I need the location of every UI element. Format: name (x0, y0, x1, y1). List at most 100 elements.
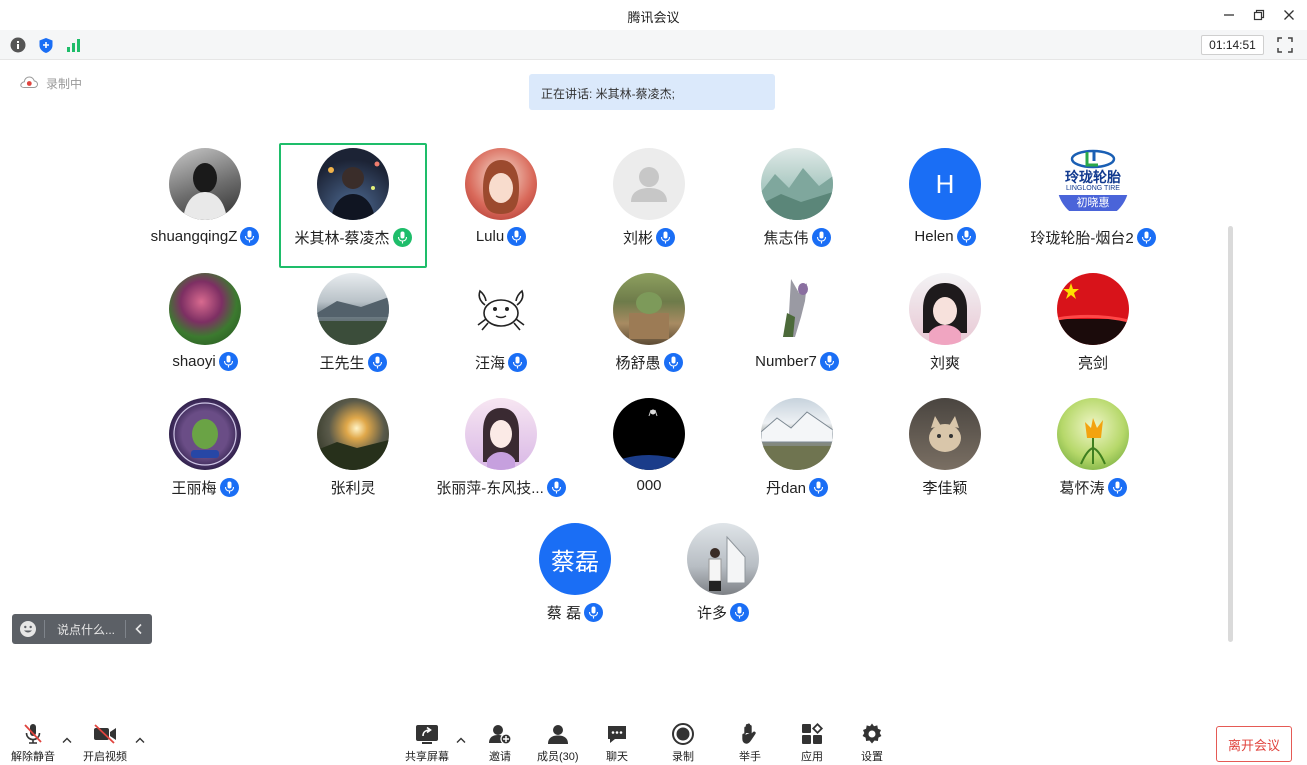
participant-tile[interactable]: 张利灵 (279, 393, 427, 518)
participant-avatar (465, 148, 537, 220)
participant-name: 刘爽 (929, 355, 960, 372)
participant-avatar (613, 148, 685, 220)
participant-avatar (761, 273, 833, 345)
invite-label: 邀请 (489, 751, 511, 763)
camera-off-icon (94, 724, 116, 744)
participant-tile[interactable]: 张丽萍-东风技... (427, 393, 575, 518)
restore-icon[interactable] (1248, 5, 1270, 25)
logo-subtext: LINGLONG TIRE (1066, 185, 1120, 192)
participant-name: Helen (914, 228, 954, 245)
participant-avatar-initial: 蔡磊 (539, 523, 611, 595)
participant-name: 刘彬 (622, 230, 653, 247)
video-options-chevron-icon[interactable] (135, 736, 145, 747)
fullscreen-icon[interactable] (1276, 36, 1294, 54)
start-video-button[interactable]: 开启视频 (83, 722, 127, 764)
participant-avatar (687, 523, 759, 595)
participant-tile[interactable]: 许多 (649, 518, 797, 643)
participant-tile[interactable]: 000 (575, 393, 723, 518)
settings-button[interactable]: 设置 (860, 722, 884, 764)
participant-tile[interactable]: 蔡磊 蔡 磊 (501, 518, 649, 643)
participant-tile[interactable]: shuangqingZ (131, 143, 279, 268)
apps-grid-icon (802, 722, 824, 744)
participant-tile[interactable]: 亮剑 (1019, 268, 1167, 393)
logo-tag: 初晓惠 (1057, 195, 1129, 211)
share-screen-icon (416, 725, 438, 744)
gear-icon (862, 723, 882, 744)
chat-placeholder[interactable]: 说点什么... (45, 621, 125, 638)
participant-name: 焦志伟 (763, 230, 809, 247)
emoji-icon[interactable] (12, 620, 44, 638)
participant-tile[interactable]: 玲珑轮胎 LINGLONG TIRE 初晓惠 玲珑轮胎-烟台2 (1019, 143, 1167, 268)
participant-avatar (1057, 273, 1129, 345)
participant-tile[interactable]: 王丽梅 (131, 393, 279, 518)
window-title: 腾讯会议 (627, 10, 680, 25)
security-shield-icon[interactable] (37, 36, 55, 54)
microphone-icon (584, 603, 604, 622)
meeting-timer: 01:14:51 (1201, 35, 1264, 55)
record-label: 录制 (672, 751, 694, 763)
record-button[interactable]: 录制 (671, 722, 695, 764)
participant-tile[interactable]: 葛怀涛 (1019, 393, 1167, 518)
chat-label: 聊天 (606, 751, 628, 763)
chat-button[interactable]: 聊天 (605, 722, 629, 764)
participant-tile[interactable]: 王先生 (279, 268, 427, 393)
logo-text: 玲珑轮胎 (1065, 169, 1121, 185)
participant-name: shaoyi (172, 353, 216, 370)
invite-button[interactable]: 邀请 (488, 722, 512, 764)
microphone-icon (240, 227, 260, 246)
participant-tile[interactable]: 李佳颖 (871, 393, 1019, 518)
audio-options-chevron-icon[interactable] (62, 736, 72, 747)
microphone-icon (809, 478, 829, 497)
microphone-icon (811, 228, 831, 247)
share-screen-button[interactable]: 共享屏幕 (405, 722, 449, 764)
meeting-tool-strip: 01:14:51 (0, 30, 1307, 60)
participant-tile[interactable]: Lulu (427, 143, 575, 268)
participant-tile[interactable]: 杨舒愚 (575, 268, 723, 393)
participant-avatar (169, 148, 241, 220)
participant-name: 蔡 磊 (546, 605, 582, 622)
participant-tile[interactable]: 刘彬 (575, 143, 723, 268)
participant-tile[interactable]: Number7 (723, 268, 871, 393)
collapse-chevron-icon[interactable] (126, 623, 152, 635)
participant-avatar (169, 398, 241, 470)
raise-hand-label: 举手 (739, 751, 761, 763)
participant-tile[interactable]: shaoyi (131, 268, 279, 393)
unmute-button[interactable]: 解除静音 (11, 722, 55, 764)
info-icon[interactable] (9, 36, 27, 54)
add-user-icon (489, 725, 512, 745)
participant-name: 汪海 (474, 355, 505, 372)
start-video-label: 开启视频 (83, 751, 127, 763)
participant-name: 000 (636, 477, 662, 494)
settings-label: 设置 (861, 751, 883, 763)
apps-button[interactable]: 应用 (800, 722, 824, 764)
participant-tile[interactable]: 丹dan (723, 393, 871, 518)
close-icon[interactable] (1278, 5, 1300, 25)
participant-name: 玲珑轮胎-烟台2 (1030, 230, 1134, 247)
members-button[interactable]: 成员(30) (537, 722, 579, 764)
share-options-chevron-icon[interactable] (456, 736, 466, 747)
raise-hand-button[interactable]: 举手 (738, 722, 762, 764)
participant-avatar (761, 148, 833, 220)
microphone-icon (656, 228, 675, 247)
recording-label: 录制中 (46, 77, 83, 91)
participant-tile[interactable]: 刘爽 (871, 268, 1019, 393)
grid-scrollbar[interactable] (1228, 226, 1233, 642)
participant-avatar-logo: 玲珑轮胎 LINGLONG TIRE 初晓惠 (1057, 148, 1129, 220)
signal-strength-icon[interactable] (65, 36, 83, 54)
participant-tile[interactable]: 焦志伟 (723, 143, 871, 268)
microphone-icon (507, 227, 527, 246)
share-screen-label: 共享屏幕 (405, 751, 449, 763)
meeting-control-bar: 解除静音 开启视频 共享屏幕 邀请 成员(30) 聊天 录制 举手 应用 设置 … (0, 712, 1307, 765)
participant-tile-speaking[interactable]: 米其林-蔡凌杰 (279, 143, 427, 268)
recording-indicator: 录制中 (20, 75, 82, 92)
participant-tile[interactable]: 汪海 (427, 268, 575, 393)
leave-meeting-button[interactable]: 离开会议 (1216, 726, 1292, 762)
participant-name: 李佳颖 (922, 480, 968, 497)
participant-name: Lulu (475, 228, 505, 245)
record-icon (672, 723, 694, 745)
chat-quick-input[interactable]: 说点什么... (12, 614, 152, 644)
participant-tile[interactable]: H Helen (871, 143, 1019, 268)
speaking-banner: 正在讲话: 米其林-蔡凌杰; (529, 74, 775, 110)
minimize-icon[interactable] (1218, 5, 1240, 25)
microphone-icon (1136, 228, 1156, 247)
